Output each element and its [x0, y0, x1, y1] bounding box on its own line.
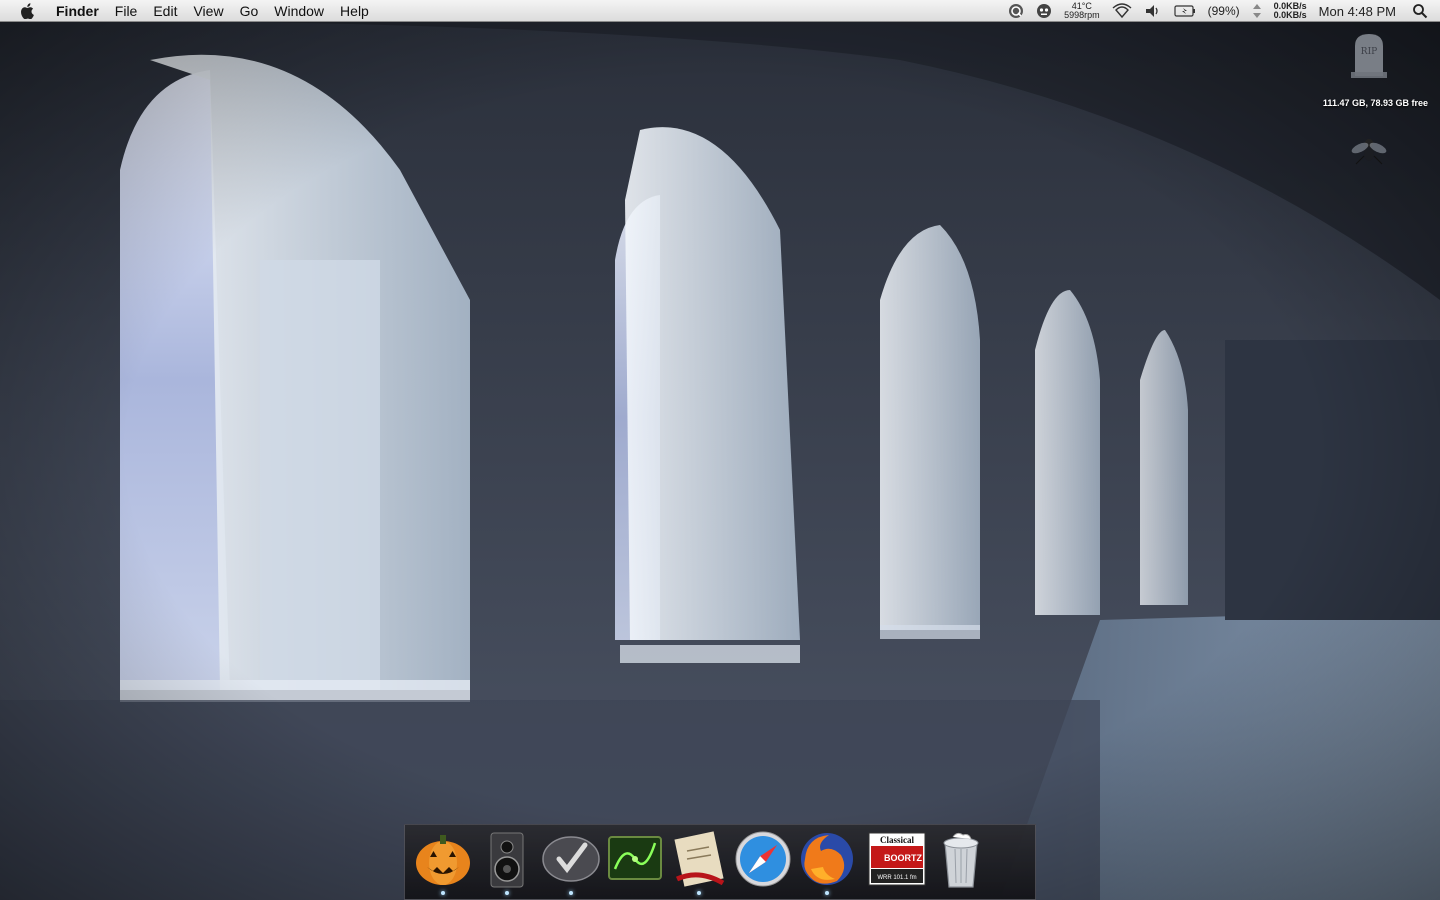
network-monitor-icon — [608, 836, 662, 880]
speaker-icon — [490, 832, 524, 888]
menu-bar: Finder File Edit View Go Window Help 41°… — [0, 0, 1440, 22]
safari-compass-icon — [735, 831, 791, 887]
running-indicator — [697, 891, 701, 895]
running-indicator — [505, 891, 509, 895]
menu-help[interactable]: Help — [332, 0, 377, 22]
network-arrows-icon — [1246, 0, 1268, 22]
menu-go[interactable]: Go — [232, 0, 267, 22]
tomb-label: RIP — [1361, 47, 1377, 57]
radio-label-boortz: BOORTZ — [884, 853, 922, 863]
running-indicator — [441, 891, 445, 895]
menu-app-finder[interactable]: Finder — [48, 0, 107, 22]
battery-percent[interactable]: (99%) — [1202, 0, 1246, 22]
apple-menu-icon[interactable] — [18, 2, 36, 20]
network-speed-readout[interactable]: 0.0KB/s 0.0KB/s — [1268, 0, 1313, 22]
firefox-icon — [801, 833, 853, 885]
checkmark-icon — [542, 836, 600, 882]
pumpkin-icon — [416, 835, 470, 885]
menu-clock[interactable]: Mon 4:48 PM — [1313, 0, 1406, 22]
fly-icon — [1351, 139, 1387, 165]
quicksilver-icon[interactable] — [1002, 0, 1030, 22]
dock-item-radio-widget[interactable]: Classical BOORTZ WRR 101.1 fm — [865, 829, 929, 895]
menu-window[interactable]: Window — [266, 0, 332, 22]
dock-item-scroll-app[interactable] — [667, 829, 731, 895]
dock-item-trash[interactable] — [929, 829, 993, 895]
network-down-value: 0.0KB/s — [1273, 10, 1307, 20]
tombstone-trash-widget[interactable]: RIP — [1349, 30, 1389, 78]
dock: Classical BOORTZ WRR 101.1 fm — [404, 824, 1036, 900]
dock-item-checkmark-app[interactable] — [539, 829, 603, 895]
volume-icon[interactable] — [1138, 0, 1168, 22]
disk-space-widget: 111.47 GB, 78.93 GB free — [1322, 98, 1428, 108]
running-indicator — [569, 891, 573, 895]
hardware-monitor-icon[interactable] — [1030, 0, 1058, 22]
running-indicator — [825, 891, 829, 895]
battery-icon[interactable] — [1168, 0, 1202, 22]
desktop[interactable]: Finder File Edit View Go Window Help 41°… — [0, 0, 1440, 900]
fan-speed-value: 5998rpm — [1064, 10, 1100, 20]
wallpaper — [0, 0, 1440, 900]
spotlight-icon[interactable] — [1406, 0, 1440, 22]
menu-view[interactable]: View — [185, 0, 231, 22]
dock-item-speaker[interactable] — [475, 829, 539, 895]
dock-item-pumpkin[interactable] — [411, 829, 475, 895]
menu-edit[interactable]: Edit — [145, 0, 185, 22]
dock-item-safari[interactable] — [731, 829, 795, 895]
scroll-quill-icon — [674, 831, 725, 887]
radio-station-icon: Classical BOORTZ WRR 101.1 fm — [868, 832, 926, 886]
menu-file[interactable]: File — [107, 0, 146, 22]
radio-label-classical: Classical — [880, 835, 915, 845]
dock-item-network-monitor[interactable] — [603, 829, 667, 895]
temperature-readout[interactable]: 41°C 5998rpm — [1058, 0, 1106, 22]
trash-icon — [943, 832, 979, 888]
radio-label-wrr: WRR 101.1 fm — [877, 875, 916, 881]
wifi-icon[interactable] — [1106, 0, 1138, 22]
dock-item-firefox[interactable] — [795, 829, 859, 895]
